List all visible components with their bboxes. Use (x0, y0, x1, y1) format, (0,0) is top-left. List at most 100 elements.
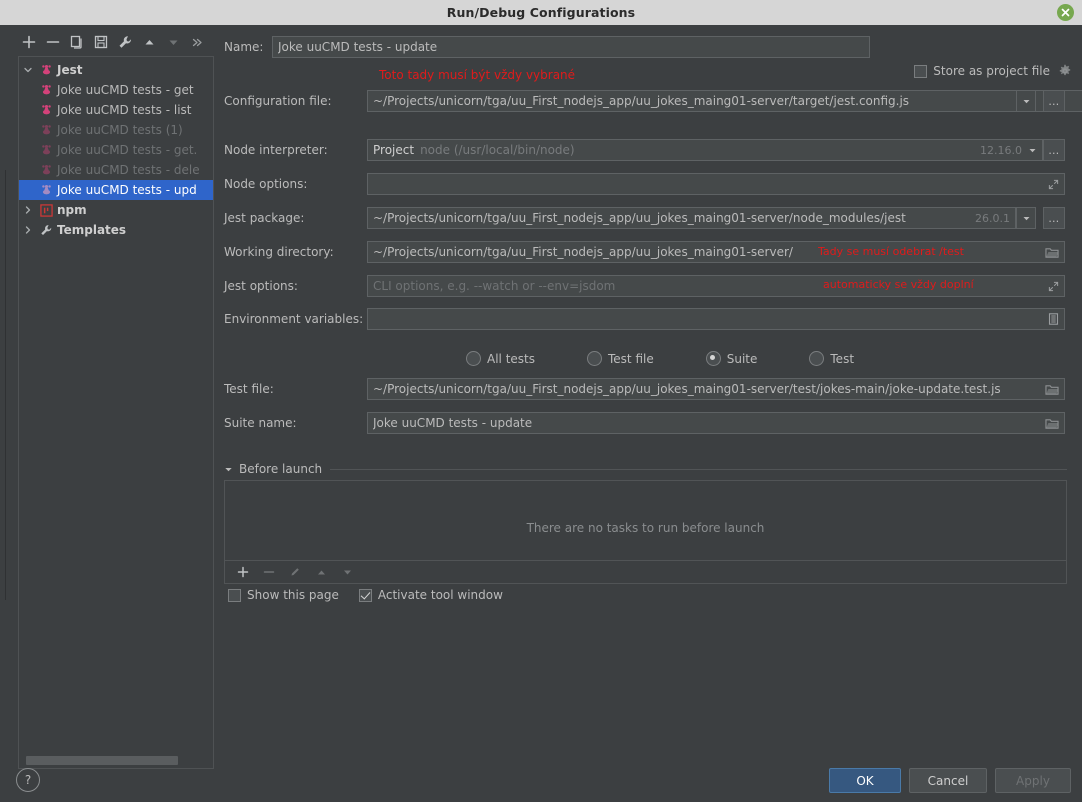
configuration-file-browse-button[interactable]: … (1043, 90, 1065, 112)
test-file-label: Test file: (224, 382, 274, 396)
configurations-tree[interactable]: Jest Joke uuCMD tests - get Joke uuCMD t… (18, 56, 214, 769)
store-as-project-file-label: Store as project file (933, 64, 1050, 78)
tree-item-joke-list[interactable]: Joke uuCMD tests - list (19, 100, 213, 120)
before-launch-header[interactable]: Before launch (224, 462, 1067, 476)
tree-item-joke-get2[interactable]: Joke uuCMD tests - get. (19, 140, 213, 160)
checkbox-box (358, 588, 372, 602)
name-label: Name: (224, 40, 264, 54)
jest-package-input[interactable]: ~/Projects/unicorn/tga/uu_First_nodejs_a… (367, 207, 1016, 229)
add-task-icon[interactable] (230, 561, 256, 583)
radio-dot (705, 351, 721, 366)
configurations-panel: Jest Joke uuCMD tests - get Joke uuCMD t… (7, 25, 214, 769)
jest-icon (37, 184, 55, 197)
section-divider (330, 468, 1067, 470)
chevron-right-icon[interactable] (19, 205, 37, 215)
annotation-name: Toto tady musí být vždy vybrané (379, 68, 576, 82)
node-interpreter-version: 12.16.0 (980, 143, 1022, 157)
suite-name-input[interactable]: Joke uuCMD tests - update (367, 412, 1065, 434)
radio-test-file[interactable]: Test file (587, 351, 654, 366)
apply-button[interactable]: Apply (995, 768, 1071, 793)
ok-button[interactable]: OK (829, 768, 901, 793)
activate-tool-window-checkbox[interactable]: Activate tool window (358, 588, 503, 602)
tree-item-label: Joke uuCMD tests - upd (57, 183, 197, 197)
suite-name-value: Joke uuCMD tests - update (373, 416, 533, 430)
before-launch-empty-message: There are no tasks to run before launch (526, 521, 765, 535)
configuration-file-input[interactable]: ~/Projects/unicorn/tga/uu_First_nodejs_a… (367, 90, 1082, 112)
test-file-browse-icon[interactable] (1045, 383, 1059, 396)
working-directory-browse-icon[interactable] (1045, 246, 1059, 259)
configurations-toolbar (7, 29, 214, 55)
jest-package-dropdown-icon[interactable] (1016, 207, 1036, 229)
move-down-icon[interactable] (161, 31, 185, 53)
remove-configuration-icon[interactable] (41, 31, 65, 53)
save-configuration-icon[interactable] (89, 31, 113, 53)
jest-package-value: ~/Projects/unicorn/tga/uu_First_nodejs_a… (373, 211, 906, 225)
edit-templates-wrench-icon[interactable] (113, 31, 137, 53)
test-file-input[interactable]: ~/Projects/unicorn/tga/uu_First_nodejs_a… (367, 378, 1065, 400)
cancel-button[interactable]: Cancel (909, 768, 987, 793)
tree-item-templates[interactable]: Templates (19, 220, 213, 240)
panel-divider[interactable] (5, 170, 6, 600)
move-up-icon[interactable] (137, 31, 161, 53)
tree-item-joke-delete[interactable]: Joke uuCMD tests - dele (19, 160, 213, 180)
jest-package-browse-button[interactable]: … (1043, 207, 1065, 229)
radio-label: Suite (726, 351, 758, 366)
node-options-input[interactable] (367, 173, 1065, 195)
radio-label: All tests (487, 351, 535, 366)
jest-icon (37, 144, 55, 157)
gear-icon[interactable] (1056, 62, 1074, 80)
tree-item-jest[interactable]: Jest (19, 60, 213, 80)
before-launch-toolbar (225, 560, 1066, 583)
radio-suite[interactable]: Suite (705, 351, 758, 366)
name-input-value: Joke uuCMD tests - update (278, 40, 438, 54)
configuration-file-label: Configuration file: (224, 94, 332, 108)
tree-item-joke-get[interactable]: Joke uuCMD tests - get (19, 80, 213, 100)
tree-item-label: Templates (57, 223, 127, 237)
name-input[interactable]: Joke uuCMD tests - update (272, 36, 870, 58)
node-interpreter-value: node (/usr/local/bin/node) (420, 143, 575, 157)
close-icon[interactable] (1057, 4, 1074, 21)
tree-item-joke-update[interactable]: Joke uuCMD tests - upd (19, 180, 213, 200)
environment-variables-editor-icon[interactable] (1048, 313, 1059, 325)
edit-task-pencil-icon (282, 561, 308, 583)
jest-icon (37, 64, 55, 77)
remove-task-icon (256, 561, 282, 583)
node-interpreter-dropdown-icon[interactable] (1028, 146, 1037, 155)
node-options-expand-icon[interactable] (1048, 179, 1059, 190)
radio-all-tests[interactable]: All tests (466, 351, 535, 366)
suite-name-browse-icon[interactable] (1045, 417, 1059, 430)
move-task-down-icon (334, 561, 360, 583)
jest-options-expand-icon[interactable] (1048, 281, 1059, 292)
before-launch-task-list[interactable]: There are no tasks to run before launch (224, 480, 1067, 584)
node-interpreter-input[interactable]: Project node (/usr/local/bin/node) 12.16… (367, 139, 1043, 161)
checkbox-box (228, 588, 241, 602)
window-title: Run/Debug Configurations (446, 5, 636, 20)
tree-item-label: Joke uuCMD tests - list (57, 103, 192, 117)
environment-variables-label: Environment variables: (224, 312, 364, 326)
tree-item-label: Jest (57, 63, 83, 77)
store-as-project-file-checkbox[interactable]: Store as project file (914, 64, 1050, 78)
tree-item-npm[interactable]: npm (19, 200, 213, 220)
jest-package-label: Jest package: (224, 211, 305, 225)
form-options-row: Show this page Activate tool window (228, 588, 503, 602)
npm-icon (37, 203, 55, 217)
copy-configuration-icon[interactable] (65, 31, 89, 53)
radio-label: Test file (608, 351, 654, 366)
more-options-icon[interactable] (185, 31, 209, 53)
radio-test[interactable]: Test (809, 351, 854, 366)
node-interpreter-browse-button[interactable]: … (1043, 139, 1065, 161)
help-icon[interactable]: ? (16, 768, 40, 792)
dialog-button-bar: ? OK Cancel Apply (0, 758, 1082, 802)
chevron-right-icon[interactable] (19, 225, 37, 235)
show-this-page-checkbox[interactable]: Show this page (228, 588, 339, 602)
collapse-triangle-icon[interactable] (224, 465, 233, 474)
jest-package-version: 26.0.1 (975, 211, 1010, 225)
tree-item-joke-1[interactable]: Joke uuCMD tests (1) (19, 120, 213, 140)
configuration-file-dropdown-icon[interactable] (1016, 90, 1036, 112)
environment-variables-input[interactable] (367, 308, 1065, 330)
suite-name-label: Suite name: (224, 416, 297, 430)
chevron-down-icon[interactable] (19, 65, 37, 75)
radio-dot (809, 351, 825, 366)
move-task-up-icon (308, 561, 334, 583)
add-configuration-icon[interactable] (17, 31, 41, 53)
